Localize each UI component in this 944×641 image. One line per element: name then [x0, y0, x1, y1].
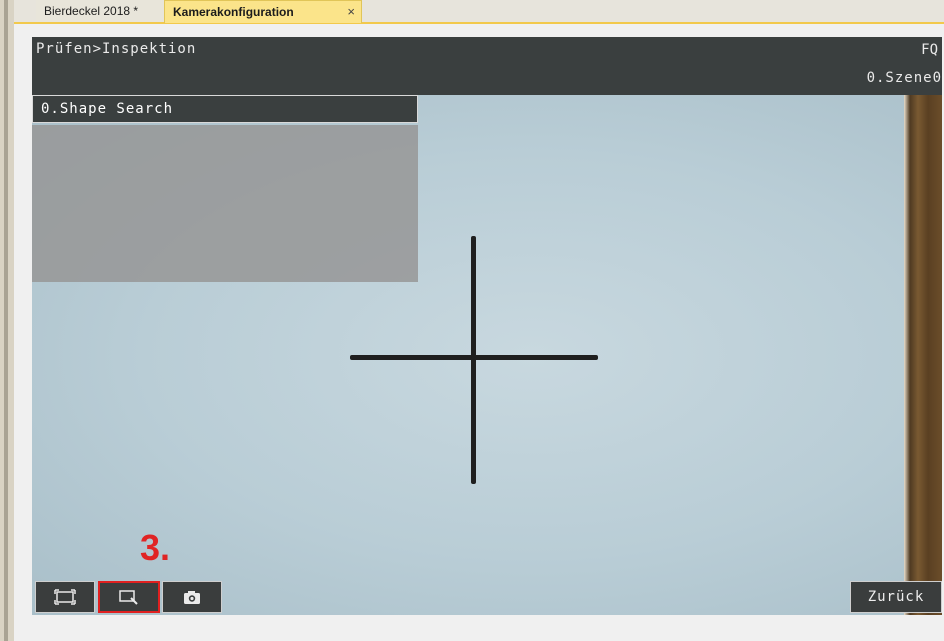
- capture-button[interactable]: [162, 581, 222, 613]
- left-frame: [0, 0, 14, 641]
- scene-label: 0.Szene0: [866, 70, 942, 86]
- wood-edge: [904, 95, 942, 615]
- breadcrumb: Prüfen>Inspektion: [36, 41, 197, 57]
- back-button[interactable]: Zurück: [850, 581, 942, 613]
- device-label: FQ: [921, 42, 938, 58]
- crosshair-horizontal: [350, 355, 598, 360]
- magnifier-tool-icon: [119, 590, 138, 605]
- close-icon[interactable]: ×: [347, 1, 355, 23]
- fit-view-button[interactable]: [35, 581, 95, 613]
- tab-label: Kamerakonfiguration: [173, 5, 294, 19]
- tab-label: Bierdeckel 2018 *: [44, 4, 139, 18]
- tab-bar: Bierdeckel 2018 * Kamerakonfiguration ×: [14, 0, 944, 24]
- shape-search-panel: [32, 125, 418, 282]
- step-annotation: 3.: [140, 527, 171, 568]
- crosshair-vertical: [471, 236, 476, 484]
- fit-frame-icon: [54, 589, 76, 605]
- shape-search-label: 0.Shape Search: [41, 101, 174, 117]
- tab-kamerakonfiguration[interactable]: Kamerakonfiguration ×: [164, 0, 362, 23]
- camera-icon: [184, 591, 200, 604]
- shape-search-title[interactable]: 0.Shape Search: [32, 95, 418, 123]
- viewer-header: Prüfen>Inspektion FQ 0.Szene0: [32, 37, 942, 95]
- inspection-tool-button[interactable]: [98, 581, 160, 613]
